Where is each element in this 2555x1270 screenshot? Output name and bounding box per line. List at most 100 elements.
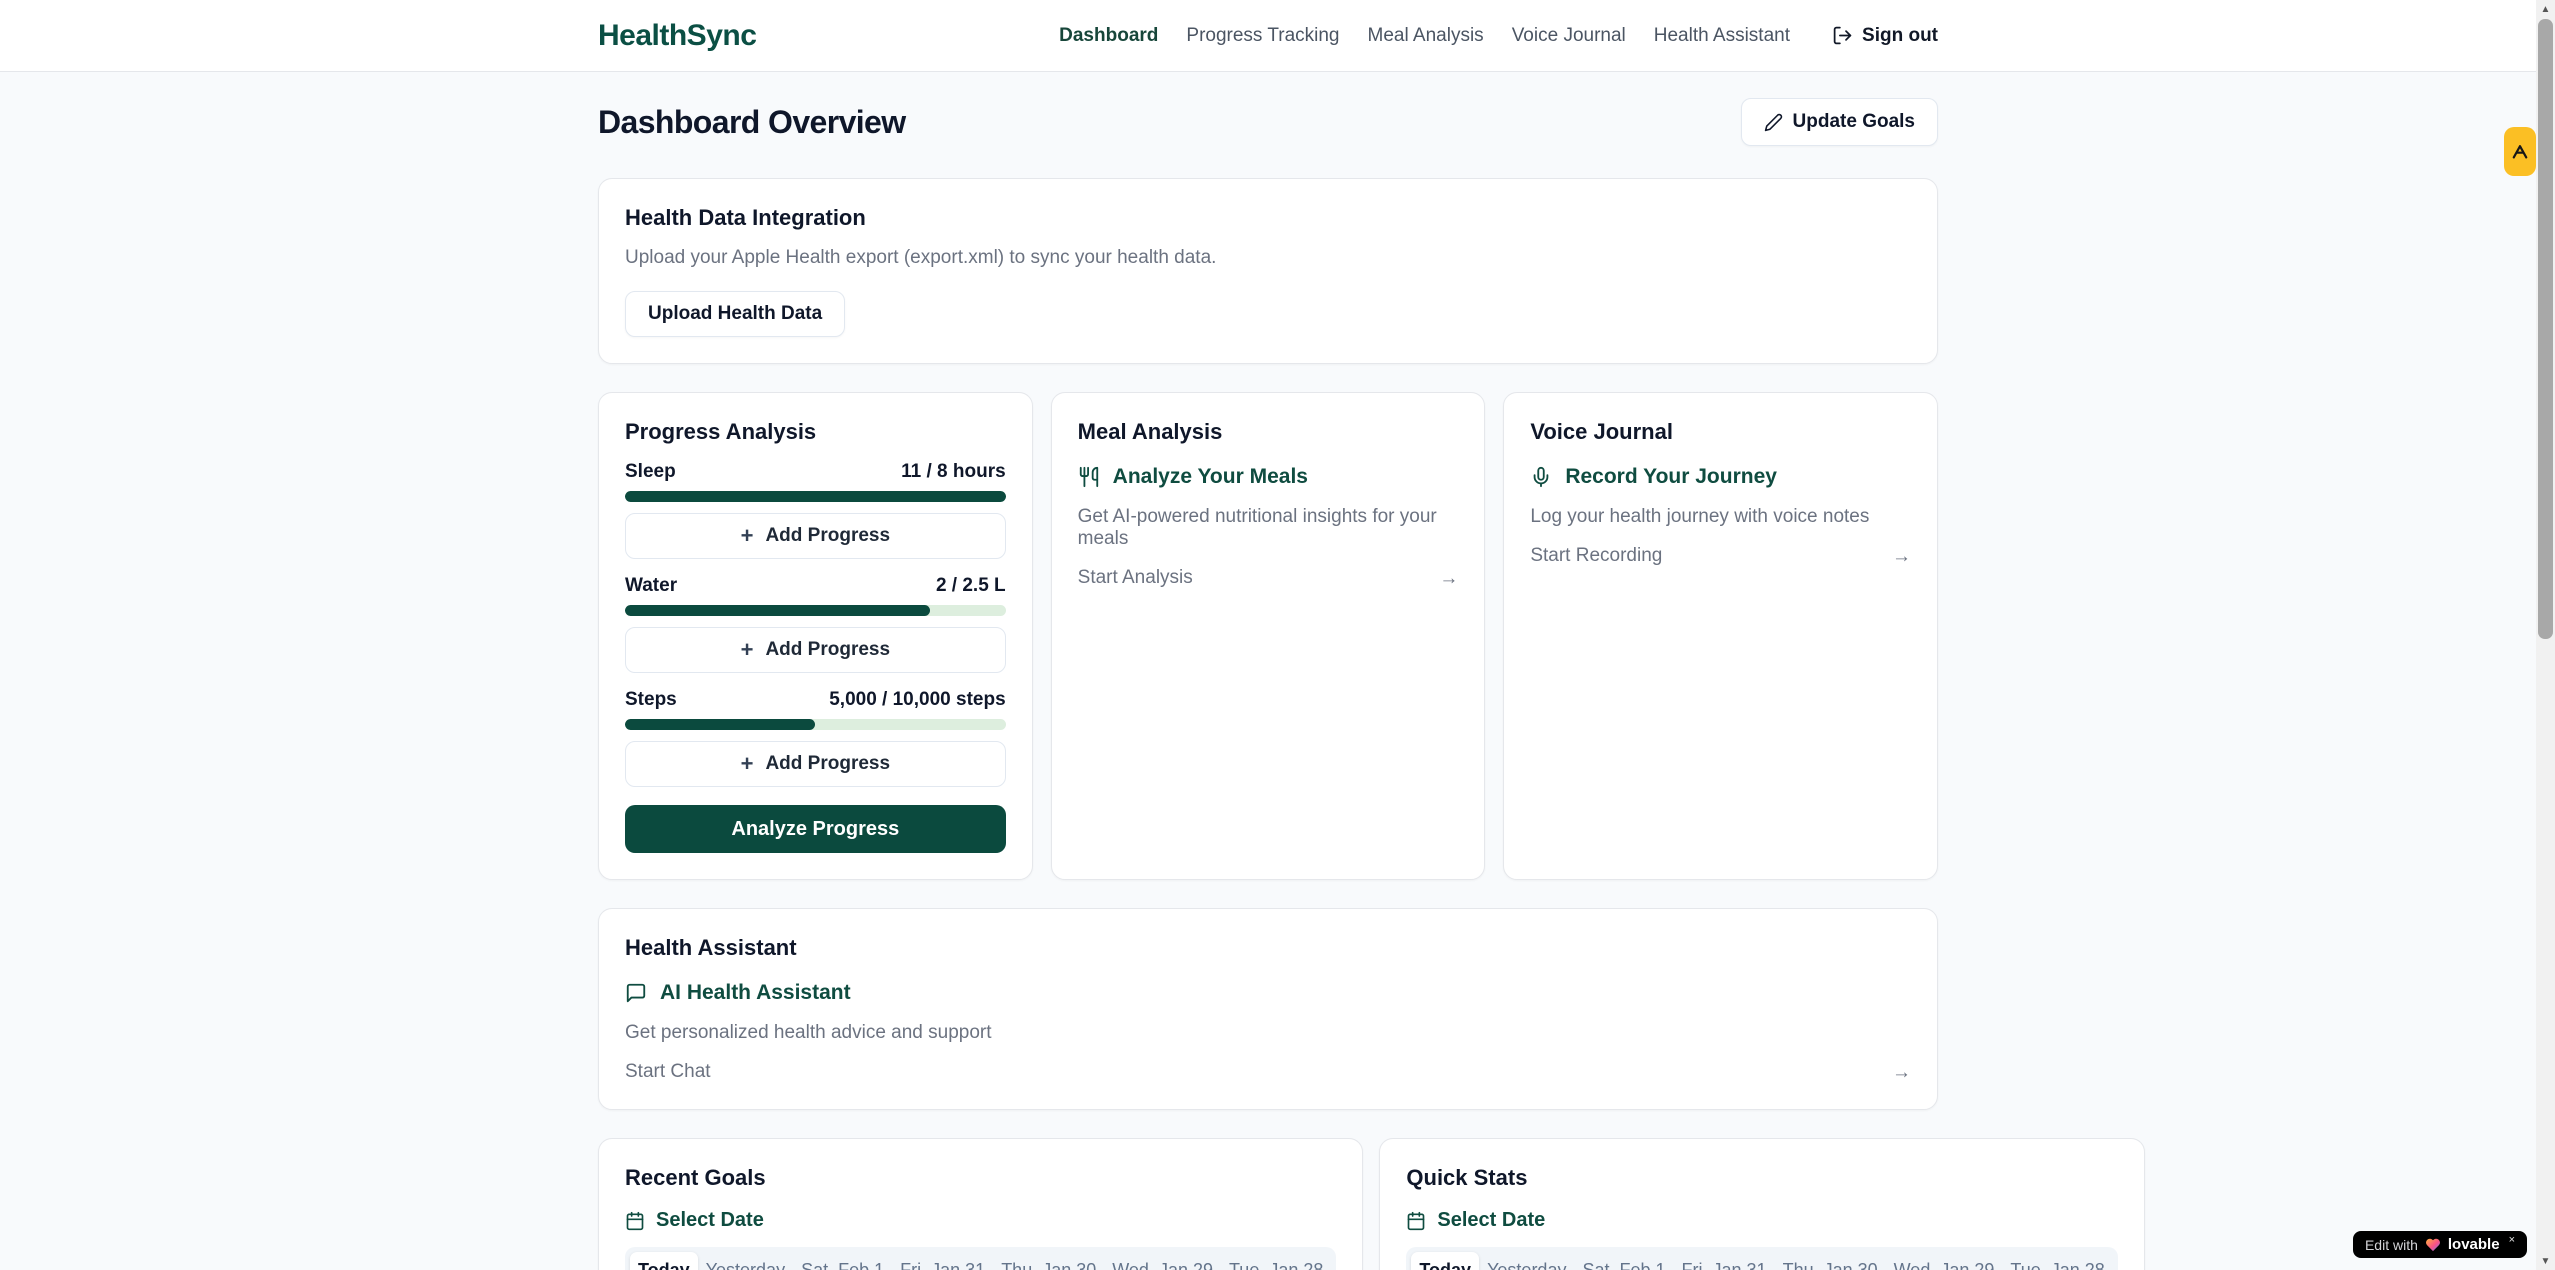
date-tab-thu-jan-30[interactable]: Thu, Jan 30 [993, 1252, 1104, 1270]
arrow-right-icon: → [1892, 1063, 1911, 1082]
app-logo[interactable]: HealthSync [598, 19, 756, 53]
microphone-icon [1530, 466, 1552, 488]
quick-stats-date-tabs: TodayYesterdaySat, Feb 1Fri, Jan 31Thu, … [1406, 1247, 2117, 1270]
page-title: Dashboard Overview [598, 104, 906, 141]
arrow-right-icon: → [1439, 569, 1458, 588]
add-progress-button[interactable]: + Add Progress [625, 513, 1006, 559]
scrollbar[interactable]: ▲ ▼ [2536, 0, 2555, 1270]
integration-title: Health Data Integration [625, 205, 1911, 231]
quick-stats-card: Quick Stats Select Date TodayYesterdaySa… [1379, 1138, 2144, 1270]
goal-progress-bar [625, 491, 1006, 502]
goal-block: Sleep 11 / 8 hours + Add Progress [625, 461, 1006, 559]
date-tab-today[interactable]: Today [1411, 1252, 1479, 1270]
date-tab-thu-jan-30[interactable]: Thu, Jan 30 [1775, 1252, 1886, 1270]
sign-out-label: Sign out [1862, 25, 1938, 47]
goal-block: Water 2 / 2.5 L + Add Progress [625, 575, 1006, 673]
health-assistant-title: Health Assistant [625, 935, 1911, 961]
calendar-icon [1406, 1211, 1426, 1231]
date-tab-tue-jan-28[interactable]: Tue, Jan 28 [1221, 1252, 1331, 1270]
add-progress-button[interactable]: + Add Progress [625, 741, 1006, 787]
badge-prefix: Edit with [2365, 1237, 2418, 1253]
date-tab-wed-jan-29[interactable]: Wed, Jan 29 [1886, 1252, 2003, 1270]
date-tab-tue-jan-28[interactable]: Tue, Jan 28 [2002, 1252, 2112, 1270]
date-tab-fri-jan-31[interactable]: Fri, Jan 31 [1674, 1252, 1775, 1270]
scrollbar-thumb[interactable] [2538, 19, 2553, 639]
close-icon[interactable]: × [2509, 1234, 2515, 1246]
date-tab-fri-jan-31[interactable]: Fri, Jan 31 [892, 1252, 993, 1270]
goal-value: 11 / 8 hours [901, 461, 1006, 483]
upload-health-data-button[interactable]: Upload Health Data [625, 291, 845, 337]
update-goals-label: Update Goals [1793, 111, 1915, 133]
add-progress-label: Add Progress [765, 525, 890, 547]
nav-link-progress-tracking[interactable]: Progress Tracking [1186, 25, 1339, 47]
select-date-label: Select Date [656, 1209, 764, 1232]
sign-out-button[interactable]: Sign out [1832, 25, 1938, 47]
add-progress-label: Add Progress [765, 753, 890, 775]
integration-description: Upload your Apple Health export (export.… [625, 247, 1911, 269]
nav-link-health-assistant[interactable]: Health Assistant [1654, 25, 1790, 47]
plus-icon: + [741, 753, 754, 775]
goal-progress-fill [625, 605, 930, 616]
top-navbar: HealthSync Dashboard Progress Tracking Mea… [0, 0, 2536, 72]
add-progress-label: Add Progress [765, 639, 890, 661]
nav-link-meal-analysis[interactable]: Meal Analysis [1368, 25, 1484, 47]
voice-journal-card: Voice Journal Record Your Journey Log yo… [1503, 392, 1938, 880]
start-chat-row[interactable]: Start Chat → [625, 1061, 1911, 1083]
badge-brand: lovable [2448, 1236, 2500, 1253]
start-recording-label: Start Recording [1530, 545, 1662, 567]
goal-progress-fill [625, 719, 815, 730]
goal-label: Sleep [625, 461, 676, 483]
assistant-description: Get personalized health advice and suppo… [625, 1022, 1911, 1044]
recent-goals-select-date[interactable]: Select Date [625, 1209, 1336, 1232]
date-tab-yesterday[interactable]: Yesterday [698, 1252, 793, 1270]
progress-analysis-title: Progress Analysis [625, 419, 1006, 445]
extension-logo-icon [2510, 142, 2530, 162]
quick-stats-select-date[interactable]: Select Date [1406, 1209, 2117, 1232]
arrow-right-icon: → [1892, 547, 1911, 566]
scrollbar-up-icon[interactable]: ▲ [2536, 0, 2555, 18]
date-tab-today[interactable]: Today [630, 1252, 698, 1270]
recent-goals-card: Recent Goals Select Date TodayYesterdayS… [598, 1138, 1363, 1270]
record-your-journey-link[interactable]: Record Your Journey [1530, 465, 1911, 489]
meal-analysis-card: Meal Analysis Analyze Your Meals Get AI-… [1051, 392, 1486, 880]
analyze-your-meals-link[interactable]: Analyze Your Meals [1078, 465, 1459, 489]
select-date-label: Select Date [1437, 1209, 1545, 1232]
goal-label: Water [625, 575, 677, 597]
update-goals-button[interactable]: Update Goals [1741, 98, 1938, 146]
edit-with-lovable-badge[interactable]: Edit with lovable × [2353, 1231, 2527, 1258]
logout-icon [1832, 25, 1853, 46]
main-nav: Dashboard Progress Tracking Meal Analysis V… [1059, 25, 1938, 47]
goal-progress-bar [625, 719, 1006, 730]
date-tab-sat-feb-1[interactable]: Sat, Feb 1 [1574, 1252, 1673, 1270]
scrollbar-down-icon[interactable]: ▼ [2536, 1252, 2555, 1270]
calendar-icon [625, 1211, 645, 1231]
progress-analysis-card: Progress Analysis Sleep 11 / 8 hours + A… [598, 392, 1033, 880]
plus-icon: + [741, 525, 754, 547]
nav-link-dashboard[interactable]: Dashboard [1059, 25, 1158, 47]
goal-progress-fill [625, 491, 1006, 502]
plus-icon: + [741, 639, 754, 661]
start-analysis-label: Start Analysis [1078, 567, 1193, 589]
pencil-icon [1764, 113, 1783, 132]
goal-value: 2 / 2.5 L [936, 575, 1006, 597]
meal-description: Get AI-powered nutritional insights for … [1078, 506, 1459, 550]
nav-link-voice-journal[interactable]: Voice Journal [1512, 25, 1626, 47]
analyze-your-meals-label: Analyze Your Meals [1113, 465, 1308, 489]
start-analysis-row[interactable]: Start Analysis → [1078, 567, 1459, 589]
recent-goals-title: Recent Goals [625, 1165, 1336, 1191]
record-your-journey-label: Record Your Journey [1565, 465, 1777, 489]
add-progress-button[interactable]: + Add Progress [625, 627, 1006, 673]
quick-stats-title: Quick Stats [1406, 1165, 2117, 1191]
ai-health-assistant-link[interactable]: AI Health Assistant [625, 981, 1911, 1005]
date-tab-sat-feb-1[interactable]: Sat, Feb 1 [793, 1252, 892, 1270]
recent-goals-date-tabs: TodayYesterdaySat, Feb 1Fri, Jan 31Thu, … [625, 1247, 1336, 1270]
date-tab-yesterday[interactable]: Yesterday [1479, 1252, 1574, 1270]
voice-journal-title: Voice Journal [1530, 419, 1911, 445]
health-assistant-card: Health Assistant AI Health Assistant Get… [598, 908, 1938, 1110]
date-tab-wed-jan-29[interactable]: Wed, Jan 29 [1104, 1252, 1221, 1270]
goal-label: Steps [625, 689, 677, 711]
start-recording-row[interactable]: Start Recording → [1530, 545, 1911, 567]
chat-bubble-icon [625, 982, 647, 1004]
extension-side-button[interactable] [2504, 127, 2536, 176]
analyze-progress-button[interactable]: Analyze Progress [625, 805, 1006, 853]
